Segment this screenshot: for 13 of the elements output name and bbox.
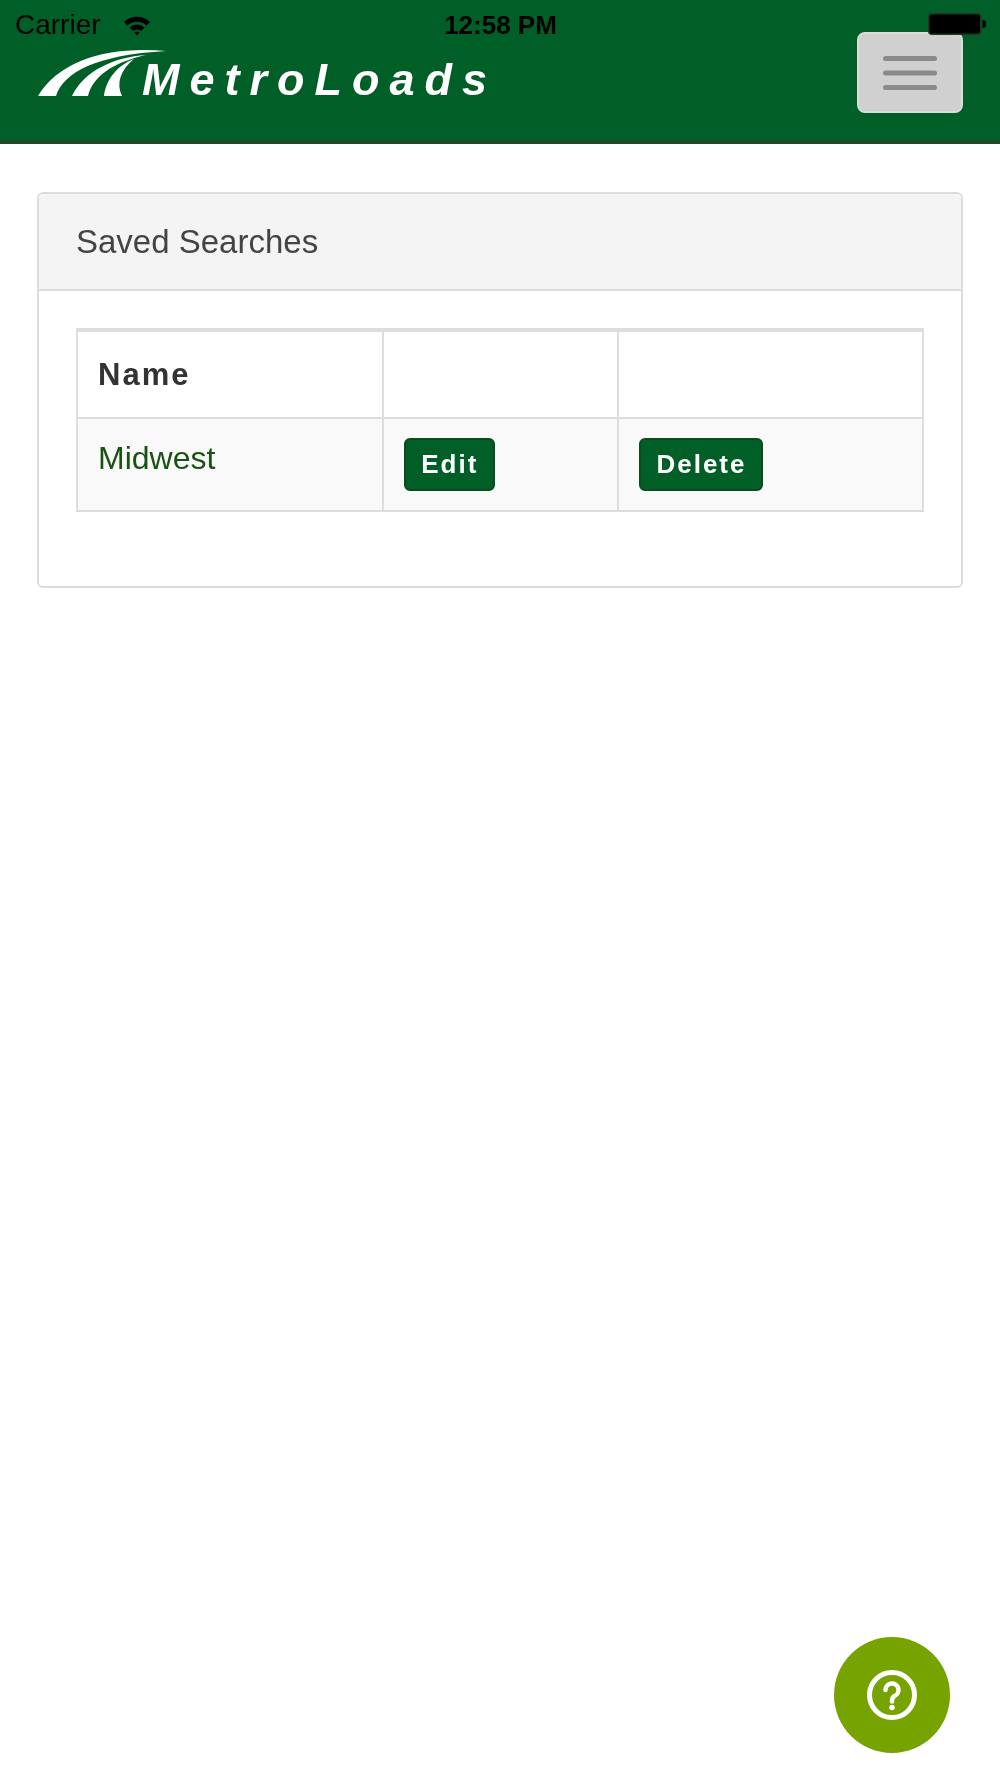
status-time: 12:58 PM (444, 9, 557, 40)
logo-text: MetroLoads (142, 57, 497, 102)
edit-button[interactable]: Edit (404, 438, 496, 491)
column-header: Name (77, 330, 384, 418)
carrier-name: Carrier (15, 10, 101, 40)
menu-icon (883, 55, 937, 90)
saved-search-link[interactable]: Midwest (98, 438, 216, 478)
help-icon (867, 1670, 917, 1720)
menu-button[interactable] (857, 32, 963, 113)
battery-icon (928, 13, 986, 35)
delete-button[interactable]: Delete (639, 438, 764, 491)
wifi-icon (122, 14, 151, 36)
panel-title: Saved Searches (76, 222, 319, 261)
